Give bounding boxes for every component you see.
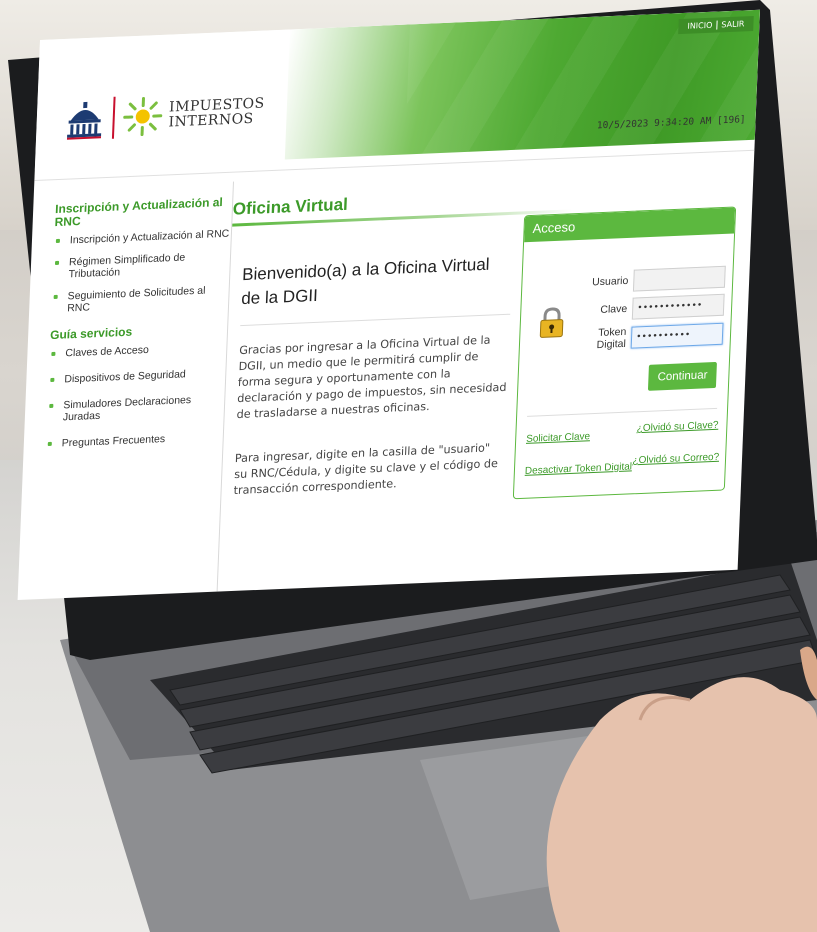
hand: [546, 646, 817, 932]
